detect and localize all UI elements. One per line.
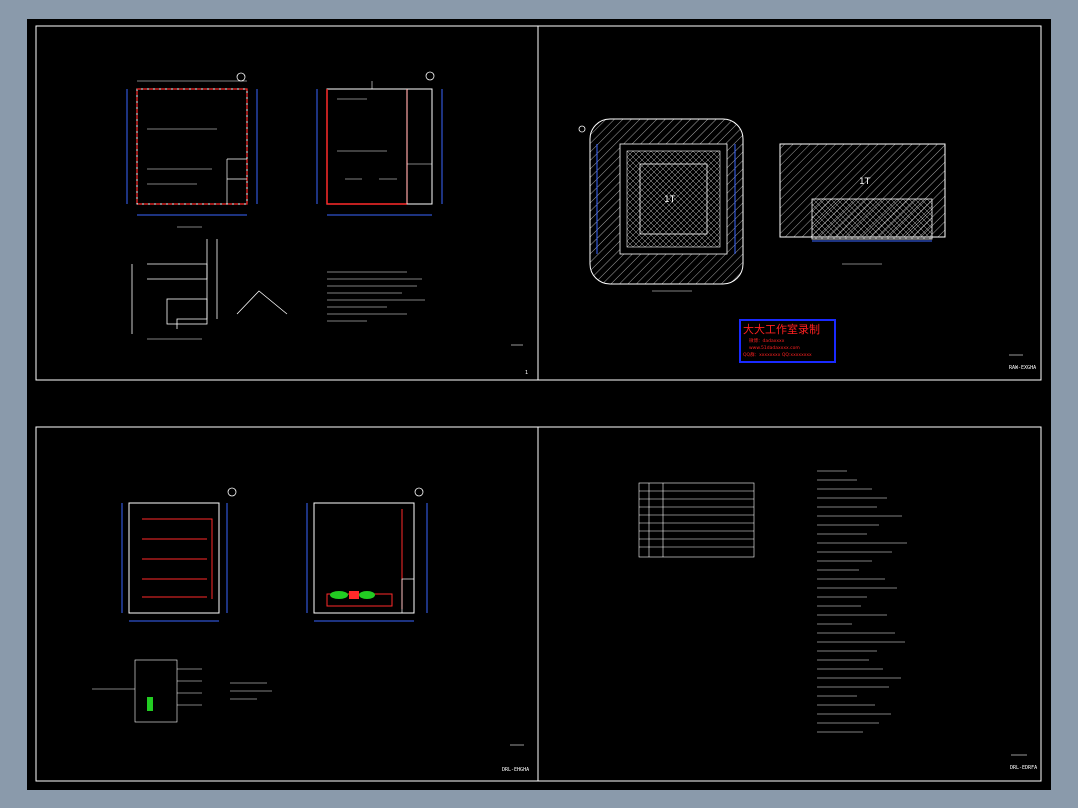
- watermark-line-1: 微博：dadaxxxx: [749, 337, 785, 344]
- sheet-1-border[interactable]: [35, 25, 539, 381]
- sheet-3-power-plan: DRL-EHGHA: [92, 487, 529, 773]
- sheet-4-title-block: DRL-EDRFA: [1010, 754, 1037, 771]
- sheet-1-number: 1: [525, 370, 528, 376]
- power-circuits: [142, 518, 213, 599]
- distribution-diagram: [92, 659, 202, 723]
- plan-c: [121, 487, 237, 622]
- hatched-site-plan: 1T: [578, 118, 744, 292]
- sheet-3-title-block: DRL-EHGHA: [502, 744, 529, 773]
- plan-a: [126, 72, 258, 228]
- sheet-borders: [35, 25, 1042, 782]
- plan-d: [306, 487, 428, 622]
- legend: [230, 682, 272, 700]
- north-arrow-icon: [578, 125, 586, 133]
- roof-detail: [236, 290, 288, 315]
- watermark-line-2: www.51dadaxxxx.com: [749, 345, 800, 351]
- design-notes: [327, 271, 425, 322]
- sheet-2-grounding-plan: 1T 1T 大大工作室录制 微博：dadaxxxx www.51dadaxxxx…: [578, 118, 1036, 371]
- sheet-1-lighting-plan: 1: [126, 71, 528, 376]
- sheet-3-border[interactable]: [35, 426, 539, 782]
- north-arrow-icon: [414, 487, 424, 497]
- watermark-stamp: 大大工作室录制 微博：dadaxxxx www.51dadaxxxx.com Q…: [739, 319, 836, 363]
- sheet-1-title-block: 1: [511, 344, 528, 376]
- north-arrow-icon: [227, 487, 237, 497]
- section-detail: [131, 239, 218, 340]
- sheet-3-code: DRL-EHGHA: [502, 767, 529, 773]
- zone-label: 1T: [859, 177, 871, 187]
- plan-b: [316, 71, 443, 216]
- general-notes: [817, 470, 907, 733]
- equipment-table: [638, 482, 755, 558]
- sheet-4-code: DRL-EDRFA: [1010, 765, 1037, 771]
- sheet-4-specifications: DRL-EDRFA: [638, 470, 1037, 771]
- sheet-4-border[interactable]: [537, 426, 1042, 782]
- cad-model-viewport[interactable]: 1 1T 1T 大大工作室录制 微博：dadaxxxx www.51dadaxx…: [27, 19, 1051, 790]
- hatched-elevation: 1T: [779, 143, 946, 265]
- sheet-2-code: RAW-EXGHA: [1009, 365, 1036, 371]
- equipment-group: [326, 591, 393, 607]
- watermark-title: 大大工作室录制: [743, 322, 820, 336]
- north-arrow-icon: [236, 72, 246, 82]
- zone-label: 1T: [664, 195, 676, 205]
- north-arrow-icon: [425, 71, 435, 81]
- watermark-line-3: QQ群：xxxxxxxx QQ:xxxxxxxx: [743, 351, 812, 358]
- sheet-2-title-block: RAW-EXGHA: [1009, 354, 1036, 371]
- cad-drawing-canvas: 1 1T 1T 大大工作室录制 微博：dadaxxxx www.51dadaxx…: [35, 25, 1042, 782]
